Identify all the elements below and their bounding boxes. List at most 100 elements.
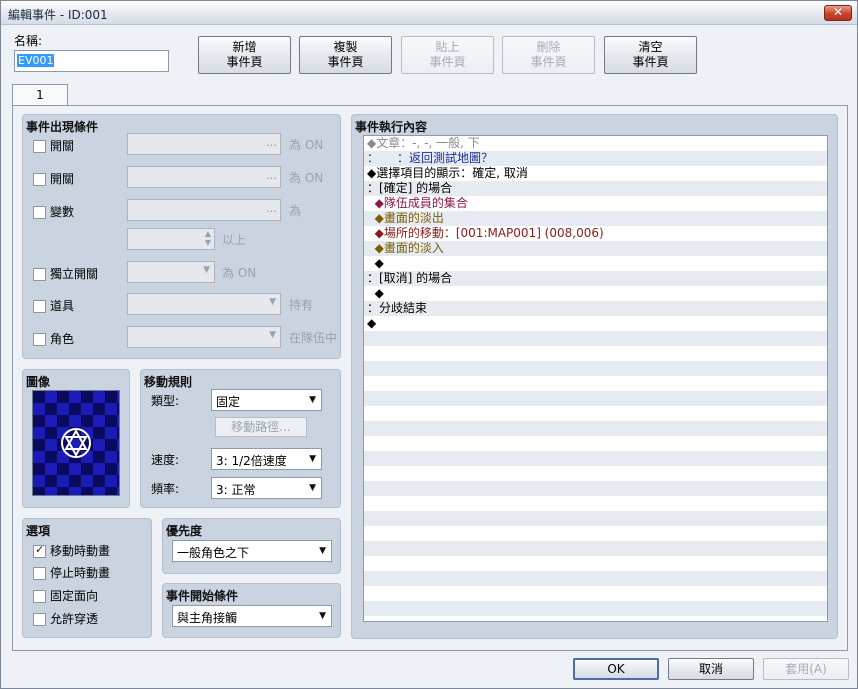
command-line[interactable] — [364, 541, 827, 556]
command-line[interactable]: ：分歧結束 — [364, 301, 827, 316]
option-direction-fix[interactable]: 固定面向 — [33, 587, 98, 603]
option-stepping-animation[interactable]: 停止時動畫 — [33, 564, 110, 580]
trigger-select[interactable]: 與主角接觸 ▼ — [172, 605, 332, 627]
chevron-down-icon: ▼ — [319, 611, 326, 621]
title-bar[interactable]: 編輯事件 - ID:001 ✕ — [1, 1, 857, 25]
paste-page-button[interactable]: 貼上 事件頁 — [401, 36, 494, 74]
switch1-checkbox-box[interactable] — [33, 140, 46, 153]
actor-checkbox-box[interactable] — [33, 333, 46, 346]
close-button[interactable]: ✕ — [824, 5, 852, 21]
frequency-select[interactable]: 3: 正常 ▼ — [211, 477, 322, 499]
actor-suffix: 在隊伍中 — [289, 331, 338, 345]
command-line[interactable] — [364, 346, 827, 361]
priority-select[interactable]: 一般角色之下 ▼ — [172, 540, 332, 562]
copy-page-button[interactable]: 複製 事件頁 — [299, 36, 392, 74]
apply-button[interactable]: 套用(A) — [763, 658, 849, 680]
command-text: ◆ — [367, 256, 384, 270]
command-line[interactable]: ◆ — [364, 316, 827, 331]
command-line[interactable]: ◆隊伍成員的集合 — [364, 196, 827, 211]
command-line[interactable] — [364, 586, 827, 601]
command-line[interactable]: ：[取消] 的場合 — [364, 271, 827, 286]
event-name-value: EV001 — [17, 54, 55, 67]
switch1-checkbox[interactable]: 開關 — [33, 137, 74, 153]
self-switch-checkbox-box[interactable] — [33, 268, 46, 281]
ellipsis-icon: … — [266, 169, 277, 182]
item-checkbox-box[interactable] — [33, 300, 46, 313]
command-line[interactable] — [364, 451, 827, 466]
chevron-down-icon: ▼ — [203, 265, 210, 275]
variable-value-spinner: ▲ ▼ — [127, 228, 215, 250]
self-switch-select: ▼ — [127, 261, 215, 283]
command-line[interactable]: ： ：返回測試地圖？ — [364, 151, 827, 166]
walking-animation-checkbox[interactable] — [33, 543, 46, 558]
command-line[interactable] — [364, 511, 827, 526]
option-walking-animation[interactable]: 移動時動畫 — [33, 542, 110, 558]
priority-group: 優先度 一般角色之下 ▼ — [162, 518, 341, 574]
command-line[interactable] — [364, 421, 827, 436]
conditions-group: 事件出現條件 開關 … 為 ON 開關 … 為 ON 變數 … 為 ▲ ▼ 以上 … — [22, 114, 341, 359]
command-line[interactable]: ◆文章：-, -, 一般, 下 — [364, 136, 827, 151]
command-line[interactable] — [364, 496, 827, 511]
option-label: 允許穿透 — [50, 612, 99, 626]
spinner-arrows-icon: ▲ ▼ — [204, 229, 211, 247]
command-text: ： ：返回測試地圖？ — [367, 151, 494, 165]
command-line[interactable] — [364, 376, 827, 391]
self-switch-checkbox[interactable]: 獨立開關 — [33, 265, 98, 281]
event-name-input[interactable]: EV001 — [14, 50, 169, 72]
event-editor-window: 編輯事件 - ID:001 ✕ 名稱: EV001 新增 事件頁 複製 事件頁 貼上… — [0, 0, 858, 689]
tab-page-1[interactable]: 1 — [12, 84, 68, 106]
variable-field: … — [127, 199, 281, 221]
item-suffix: 持有 — [289, 298, 314, 312]
command-line[interactable]: ◆畫面的淡入 — [364, 241, 827, 256]
option-label: 固定面向 — [50, 589, 99, 603]
command-line[interactable]: ◆ — [364, 286, 827, 301]
command-line[interactable] — [364, 436, 827, 451]
command-line[interactable] — [364, 481, 827, 496]
item-checkbox[interactable]: 道具 — [33, 297, 74, 313]
frequency-label: 頻率: — [151, 482, 180, 496]
event-commands-list[interactable]: ◆文章：-, -, 一般, 下： ：返回測試地圖？ ◆選擇項目的顯示：確定, 取消… — [363, 135, 828, 622]
command-line[interactable] — [364, 406, 827, 421]
options-title: 選項 — [26, 524, 51, 538]
command-line[interactable] — [364, 361, 827, 376]
command-line[interactable]: ◆畫面的淡出 — [364, 211, 827, 226]
command-text: ：分歧結束 — [367, 301, 428, 315]
switch2-checkbox[interactable]: 開關 — [33, 170, 74, 186]
variable-checkbox-box[interactable] — [33, 206, 46, 219]
cancel-button[interactable]: 取消 — [668, 658, 754, 680]
delete-page-button[interactable]: 刪除 事件頁 — [502, 36, 595, 74]
command-line[interactable] — [364, 466, 827, 481]
move-route-button[interactable]: 移動路徑... — [215, 417, 307, 437]
stepping-animation-checkbox[interactable] — [33, 567, 46, 580]
command-line[interactable] — [364, 571, 827, 586]
command-line[interactable]: ◆場所的移動：[001:MAP001] (008,006) — [364, 226, 827, 241]
switch1-suffix: 為 ON — [289, 138, 324, 152]
event-graphic[interactable] — [32, 390, 120, 496]
switch2-checkbox-box[interactable] — [33, 173, 46, 186]
speed-select[interactable]: 3: 1/2倍速度 ▼ — [211, 448, 322, 470]
command-line[interactable] — [364, 526, 827, 541]
switch2-field: … — [127, 166, 281, 188]
through-checkbox[interactable] — [33, 613, 46, 626]
command-line[interactable]: ◆選擇項目的顯示：確定, 取消 — [364, 166, 827, 181]
option-label: 移動時動畫 — [50, 544, 111, 558]
movement-type-value: 固定 — [216, 395, 241, 409]
command-line[interactable] — [364, 331, 827, 346]
new-page-button[interactable]: 新增 事件頁 — [198, 36, 291, 74]
option-through[interactable]: 允許穿透 — [33, 610, 98, 626]
actor-checkbox[interactable]: 角色 — [33, 330, 74, 346]
command-line[interactable] — [364, 556, 827, 571]
chevron-down-icon: ▼ — [309, 454, 316, 464]
command-line[interactable]: ：[確定] 的場合 — [364, 181, 827, 196]
command-line[interactable] — [364, 391, 827, 406]
self-switch-suffix: 為 ON — [222, 266, 257, 280]
clear-page-button[interactable]: 清空 事件頁 — [604, 36, 697, 74]
command-line[interactable]: ◆ — [364, 256, 827, 271]
command-line[interactable] — [364, 601, 827, 616]
variable-checkbox[interactable]: 變數 — [33, 203, 74, 219]
ok-button[interactable]: OK — [573, 658, 659, 680]
item-select: ▼ — [127, 293, 281, 315]
direction-fix-checkbox[interactable] — [33, 590, 46, 603]
movement-type-select[interactable]: 固定 ▼ — [211, 389, 322, 411]
command-text: ：[確定] 的場合 — [367, 181, 453, 195]
